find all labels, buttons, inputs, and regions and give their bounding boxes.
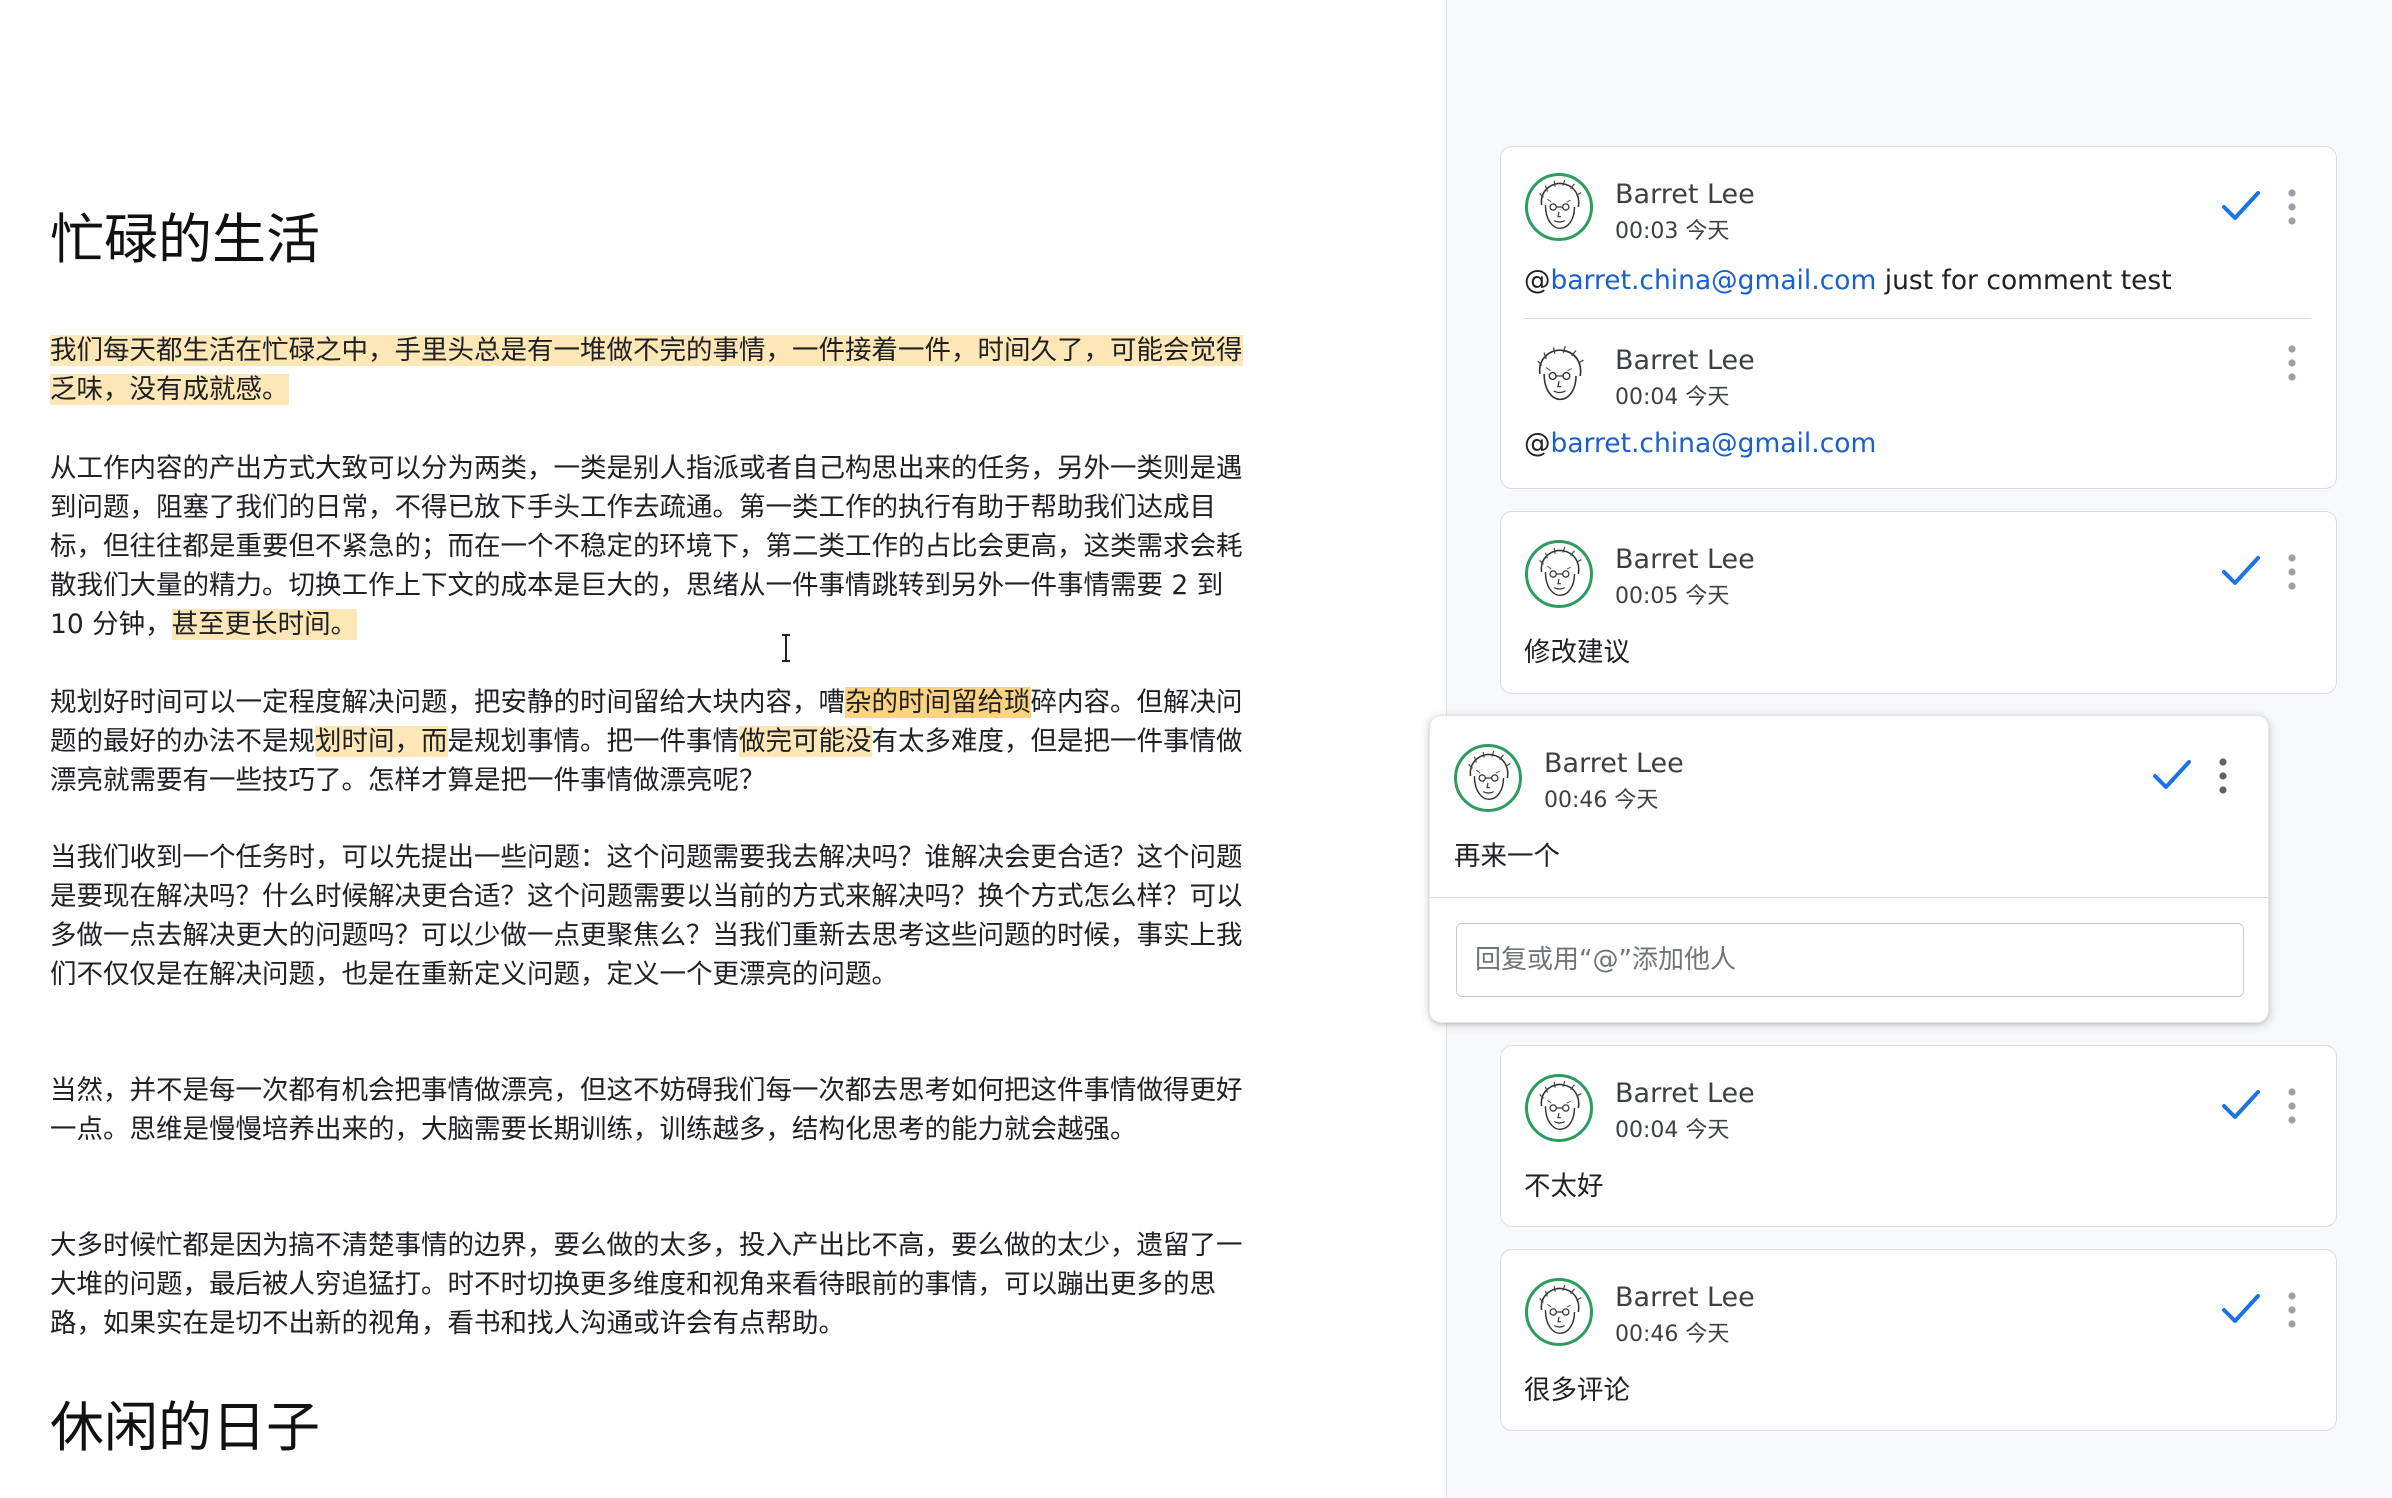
comment-card[interactable]: Barret Lee 00:05 今天 修改建议 (1500, 511, 2337, 694)
avatar-icon (1525, 1278, 1593, 1346)
heading-busy-life: 忙碌的生活 (50, 208, 320, 271)
comment-author: Barret Lee (1615, 1282, 1755, 1313)
comment-text: 再来一个 (1454, 841, 1560, 872)
avatar-icon (1525, 1074, 1593, 1142)
commented-highlight[interactable]: 甚至更长时间。 (171, 609, 358, 640)
comment-card[interactable]: Barret Lee 00:03 今天 @barret.china@gmail.… (1500, 146, 2337, 489)
reply-divider (1524, 318, 2311, 319)
reply-text: @barret.china@gmail.com (1524, 428, 1877, 459)
more-vert-icon[interactable] (2285, 187, 2299, 227)
comment-author: Barret Lee (1615, 544, 1755, 575)
resolve-check-icon[interactable] (2221, 189, 2261, 223)
more-vert-icon[interactable] (2285, 343, 2299, 383)
commented-highlight[interactable]: 做完可能没 (739, 726, 872, 757)
more-vert-icon[interactable] (2216, 756, 2230, 796)
comment-card[interactable]: Barret Lee 00:04 今天 不太好 (1500, 1045, 2337, 1227)
text-cursor-icon (782, 634, 790, 662)
resolve-check-icon[interactable] (2221, 1292, 2261, 1326)
comment-card-active[interactable]: Barret Lee 00:46 今天 再来一个 回复或用“@”添加他人 (1429, 715, 2269, 1023)
comment-text: @barret.china@gmail.com just for comment… (1524, 265, 2172, 296)
commented-highlight[interactable]: 我们每天都生活在忙碌之中，手里头总是有一堆做不完的事情，一件接着一件，时间久了，… (50, 335, 1243, 405)
comment-time: 00:46 今天 (1544, 788, 1659, 813)
comment-time: 00:46 今天 (1615, 1322, 1730, 1347)
avatar-icon (1525, 173, 1593, 241)
comment-text: 修改建议 (1524, 637, 1630, 668)
avatar-icon (1454, 744, 1522, 812)
comment-card[interactable]: Barret Lee 00:46 今天 很多评论 (1500, 1249, 2337, 1431)
comment-text: 很多评论 (1524, 1375, 1630, 1406)
comment-time: 00:05 今天 (1615, 584, 1730, 609)
avatar-icon (1525, 540, 1593, 608)
paragraph-5: 当然，并不是每一次都有机会把事情做漂亮，但这不妨碍我们每一次都去思考如何把这件事… (50, 1075, 1243, 1145)
paragraph-2: 从工作内容的产出方式大致可以分为两类，一类是别人指派或者自己构思出来的任务，另外… (50, 453, 1243, 640)
avatar-icon (1525, 342, 1593, 410)
more-vert-icon[interactable] (2285, 1290, 2299, 1330)
heading-leisure-days: 休闲的日子 (50, 1396, 320, 1459)
comment-time: 00:04 今天 (1615, 1118, 1730, 1143)
comment-author: Barret Lee (1544, 748, 1684, 779)
comment-time: 00:03 今天 (1615, 219, 1730, 244)
resolve-check-icon[interactable] (2221, 554, 2261, 588)
reply-author: Barret Lee (1615, 345, 1755, 376)
mention-link[interactable]: barret.china@gmail.com (1551, 428, 1877, 459)
reply-divider (1430, 897, 2268, 898)
commented-highlight[interactable]: 划时间，而 (315, 726, 448, 757)
comment-text: 不太好 (1524, 1171, 1604, 1202)
resolve-check-icon[interactable] (2221, 1088, 2261, 1122)
paragraph-4: 当我们收到一个任务时，可以先提出一些问题：这个问题需要我去解决吗？谁解决会更合适… (50, 842, 1243, 990)
commented-highlight-active[interactable]: 杂的时间留给琐 (845, 687, 1031, 718)
paragraph-3: 规划好时间可以一定程度解决问题，把安静的时间留给大块内容，嘈杂的时间留给琐碎内容… (50, 687, 1243, 796)
mention-link[interactable]: barret.china@gmail.com (1551, 265, 1877, 296)
comments-sidebar: Barret Lee 00:03 今天 @barret.china@gmail.… (1429, 0, 2392, 1498)
paragraph-6: 大多时候忙都是因为搞不清楚事情的边界，要么做的太多，投入产出比不高，要么做的太少… (50, 1230, 1243, 1339)
paragraph-1: 我们每天都生活在忙碌之中，手里头总是有一堆做不完的事情，一件接着一件，时间久了，… (50, 331, 1260, 409)
comment-author: Barret Lee (1615, 179, 1755, 210)
more-vert-icon[interactable] (2285, 1086, 2299, 1126)
more-vert-icon[interactable] (2285, 552, 2299, 592)
reply-input[interactable]: 回复或用“@”添加他人 (1456, 923, 2244, 997)
document-area[interactable]: 忙碌的生活 我们每天都生活在忙碌之中，手里头总是有一堆做不完的事情，一件接着一件… (0, 0, 1446, 1498)
comment-author: Barret Lee (1615, 1078, 1755, 1109)
resolve-check-icon[interactable] (2152, 758, 2192, 792)
reply-time: 00:04 今天 (1615, 385, 1730, 410)
